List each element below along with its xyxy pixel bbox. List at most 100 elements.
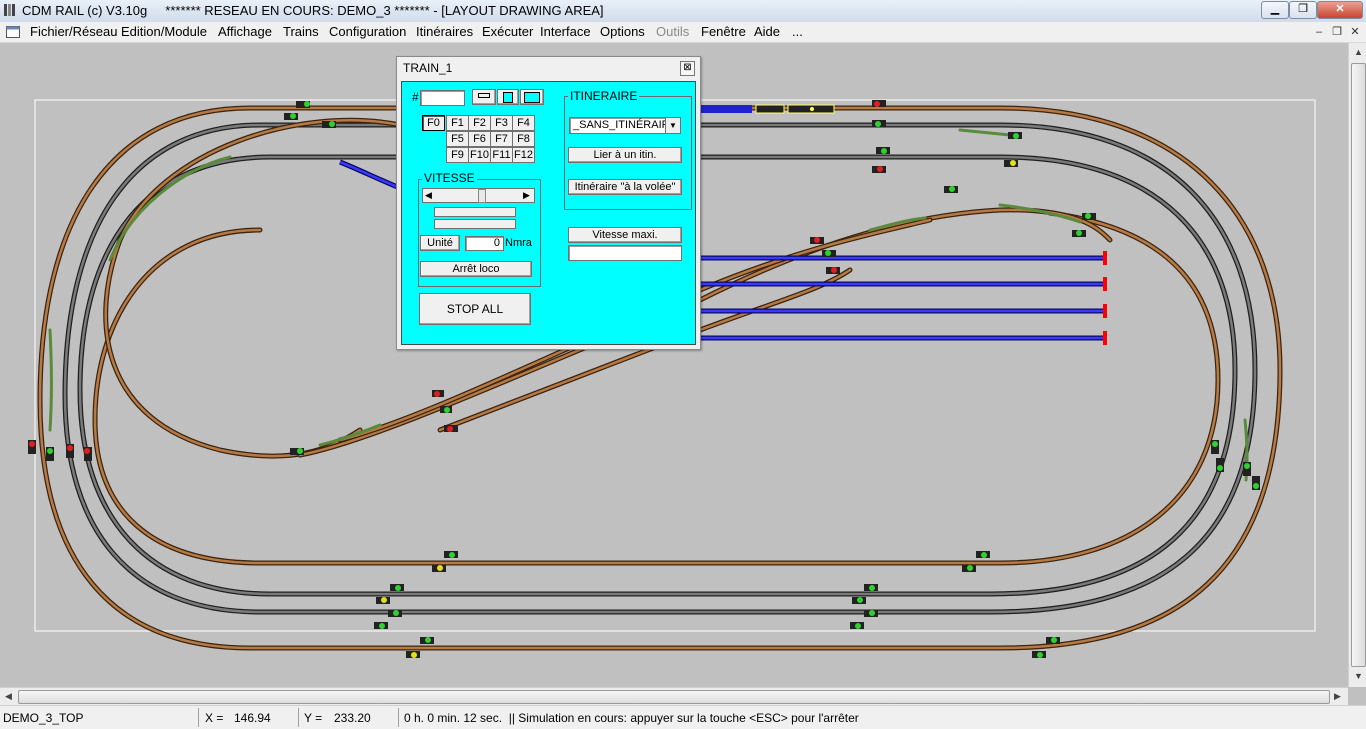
signal xyxy=(388,610,402,617)
scroll-up-arrow-icon[interactable]: ▲ xyxy=(1354,47,1363,57)
signal xyxy=(406,651,420,658)
function-button-f8[interactable]: F8 xyxy=(512,131,535,147)
minimize-button[interactable]: ▁ xyxy=(1261,1,1289,19)
signal xyxy=(1072,230,1086,237)
function-button-f2[interactable]: F2 xyxy=(468,115,491,131)
train-window-title: TRAIN_1 xyxy=(403,61,453,75)
function-button-f10[interactable]: F10 xyxy=(468,147,491,163)
vertical-scroll-thumb[interactable] xyxy=(1351,63,1366,667)
signal xyxy=(296,101,310,108)
itineraire-selected-value: _SANS_ITINÉRAIRE xyxy=(573,119,677,131)
slider-left-arrow-icon[interactable]: ◀ xyxy=(425,190,432,201)
signal xyxy=(374,622,388,629)
train-control-window[interactable]: TRAIN_1 ⊠ # F0 F1 F2 F3 F4 F5 F6 F7 F8 F… xyxy=(396,56,701,350)
function-button-f7[interactable]: F7 xyxy=(490,131,513,147)
train-number-field[interactable] xyxy=(420,90,465,106)
speed-slider[interactable]: ◀ ▶ xyxy=(422,188,535,203)
mdi-minimize-button[interactable]: – xyxy=(1311,25,1327,39)
menu-itineraires[interactable]: Itinéraires xyxy=(416,24,473,39)
signal xyxy=(826,267,840,274)
menu-trains[interactable]: Trains xyxy=(283,24,319,39)
window-title: CDM RAIL (c) V3.10g ******* RESEAU EN CO… xyxy=(22,3,604,18)
status-bar: DEMO_3_TOP X = 146.94 Y = 233.20 0 h. 0 … xyxy=(0,705,1366,729)
function-button-f11[interactable]: F11 xyxy=(490,147,513,163)
max-speed-field[interactable] xyxy=(568,245,682,261)
slider-thumb[interactable] xyxy=(478,189,486,203)
chevron-down-icon[interactable]: ▼ xyxy=(665,118,680,133)
view-large-button[interactable] xyxy=(520,89,544,105)
menu-more[interactable]: ... xyxy=(792,24,803,39)
signal xyxy=(1032,651,1046,658)
function-button-f1[interactable]: F1 xyxy=(446,115,469,131)
max-speed-button[interactable]: Vitesse maxi. xyxy=(568,227,682,243)
function-button-f0[interactable]: F0 xyxy=(422,115,445,131)
signal xyxy=(872,166,886,173)
signal xyxy=(962,565,976,572)
function-button-f5[interactable]: F5 xyxy=(446,131,469,147)
app-icon xyxy=(4,4,15,16)
train-window-close-button[interactable]: ⊠ xyxy=(680,61,695,76)
vertical-scrollbar[interactable]: ▲ ▼ xyxy=(1348,43,1366,687)
scroll-left-arrow-icon[interactable]: ◀ xyxy=(5,691,12,702)
stop-loco-button[interactable]: Arrêt loco xyxy=(420,261,532,277)
mdi-restore-button[interactable]: ❐ xyxy=(1329,25,1345,39)
itineraire-label: ITINERAIRE xyxy=(568,89,640,103)
menu-edition-module[interactable]: Edition/Module xyxy=(121,24,207,39)
view-small-button[interactable] xyxy=(472,89,496,105)
status-simulation-message: 0 h. 0 min. 12 sec. || Simulation en cou… xyxy=(404,711,859,725)
slider-right-arrow-icon[interactable]: ▶ xyxy=(523,190,530,201)
status-x-label: X = xyxy=(205,711,224,725)
signal xyxy=(1216,458,1224,472)
stop-all-button[interactable]: STOP ALL xyxy=(419,293,531,325)
link-itinerary-button[interactable]: Lier à un itin. xyxy=(568,147,682,163)
view-medium-button[interactable] xyxy=(497,89,519,105)
scroll-right-arrow-icon[interactable]: ▶ xyxy=(1334,691,1341,702)
signal xyxy=(1046,637,1060,644)
speed-value-field[interactable]: 0 xyxy=(465,236,504,251)
speed-bar-bottom xyxy=(434,219,516,229)
itineraire-select[interactable]: _SANS_ITINÉRAIRE ▼ xyxy=(569,117,681,134)
signal xyxy=(66,444,74,458)
function-button-f9[interactable]: F9 xyxy=(446,147,469,163)
horizontal-scroll-thumb[interactable] xyxy=(18,690,1330,704)
menu-aide[interactable]: Aide xyxy=(754,24,780,39)
signal xyxy=(822,250,836,257)
unit-button[interactable]: Unité xyxy=(420,235,460,251)
flyby-itinerary-button[interactable]: Itinéraire "à la volée" xyxy=(568,179,682,195)
signal xyxy=(390,584,404,591)
signal xyxy=(322,121,336,128)
signal xyxy=(1082,213,1096,220)
menu-configuration[interactable]: Configuration xyxy=(329,24,406,39)
menu-executer[interactable]: Exécuter xyxy=(482,24,533,39)
horizontal-scrollbar[interactable]: ◀ ▶ xyxy=(0,687,1348,705)
signal xyxy=(1004,160,1018,167)
signal xyxy=(872,120,886,127)
menu-options[interactable]: Options xyxy=(600,24,645,39)
signal xyxy=(976,551,990,558)
train-number-label: # xyxy=(412,90,419,104)
scroll-down-arrow-icon[interactable]: ▼ xyxy=(1354,671,1363,681)
function-button-f6[interactable]: F6 xyxy=(468,131,491,147)
maximize-button[interactable]: ❐ xyxy=(1289,1,1317,19)
function-button-f12[interactable]: F12 xyxy=(512,147,535,163)
speed-unit-label: Nmra xyxy=(505,237,532,249)
train-control-panel: # F0 F1 F2 F3 F4 F5 F6 F7 F8 F9 F10 F11 … xyxy=(401,81,696,345)
signal xyxy=(864,610,878,617)
status-y-label: Y = xyxy=(304,711,323,725)
signal xyxy=(376,597,390,604)
layout-drawing-area[interactable]: TRAIN_1 ⊠ # F0 F1 F2 F3 F4 F5 F6 F7 F8 F… xyxy=(0,43,1348,687)
signal xyxy=(432,565,446,572)
menu-fichier-reseau[interactable]: Fichier/Réseau xyxy=(30,24,117,39)
close-button[interactable]: ✕ xyxy=(1317,1,1363,19)
menu-outils[interactable]: Outils xyxy=(656,24,689,39)
menu-interface[interactable]: Interface xyxy=(540,24,591,39)
signal xyxy=(1211,440,1219,454)
title-bar: CDM RAIL (c) V3.10g ******* RESEAU EN CO… xyxy=(0,0,1366,23)
mdi-child-icon[interactable] xyxy=(6,26,20,38)
function-button-f4[interactable]: F4 xyxy=(512,115,535,131)
function-button-f3[interactable]: F3 xyxy=(490,115,513,131)
mdi-close-button[interactable]: ✕ xyxy=(1347,25,1363,39)
vitesse-label: VITESSE xyxy=(422,171,477,185)
menu-affichage[interactable]: Affichage xyxy=(218,24,272,39)
menu-fenetre[interactable]: Fenêtre xyxy=(701,24,746,39)
